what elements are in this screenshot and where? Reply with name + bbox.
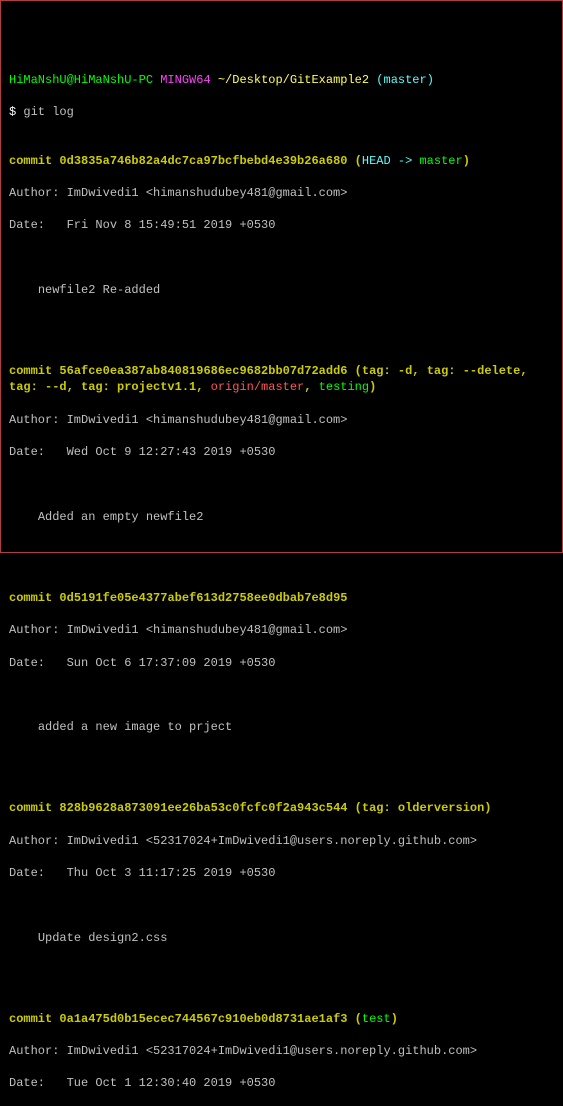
commit-author: Author: ImDwivedi1 <himanshudubey481@gma… — [9, 412, 554, 428]
commit-header: commit 0a1a475d0b15ecec744567c910eb0d873… — [9, 1011, 554, 1027]
prompt-line: HiMaNshU@HiMaNshU-PC MINGW64 ~/Desktop/G… — [9, 72, 554, 88]
blank-line — [9, 541, 554, 557]
prompt-branch: (master) — [376, 73, 434, 87]
commit-header: commit 828b9628a873091ee26ba53c0fcfc0f2a… — [9, 800, 554, 816]
blank-line — [9, 962, 554, 978]
commit-header: commit 56afce0ea387ab840819686ec9682bb07… — [9, 363, 554, 395]
tag-ref: tag: -d — [362, 364, 412, 378]
commit-hash: 56afce0ea387ab840819686ec9682bb07d72add6 — [59, 364, 347, 378]
prompt-path: ~/Desktop/GitExample2 — [218, 73, 369, 87]
commit-hash: 828b9628a873091ee26ba53c0fcfc0f2a943c544 — [59, 801, 347, 815]
branch-ref: master — [419, 154, 462, 168]
prompt-user: HiMaNshU@HiMaNshU-PC — [9, 73, 153, 87]
commit-date: Date: Wed Oct 9 12:27:43 2019 +0530 — [9, 444, 554, 460]
commit-message: Added an empty newfile2 — [9, 509, 554, 525]
tag-ref: tag: --d — [9, 380, 67, 394]
commit-message: Update design2.css — [9, 930, 554, 946]
commit-date: Date: Thu Oct 3 11:17:25 2019 +0530 — [9, 865, 554, 881]
blank-line — [9, 315, 554, 331]
branch-ref: testing — [319, 380, 369, 394]
commit-message: newfile2 Re-added — [9, 282, 554, 298]
head-ref: HEAD -> — [362, 154, 420, 168]
commit-message: added a new image to prject — [9, 719, 554, 735]
branch-ref: test — [362, 1012, 391, 1026]
prompt-env: MINGW64 — [160, 73, 210, 87]
command-line[interactable]: $ git log — [9, 104, 554, 120]
command-text: git log — [23, 105, 73, 119]
blank-line — [9, 476, 554, 492]
remote-ref: origin/master — [211, 380, 305, 394]
commit-header: commit 0d5191fe05e4377abef613d2758ee0dba… — [9, 590, 554, 606]
blank-line — [9, 897, 554, 913]
commit-hash: 0a1a475d0b15ecec744567c910eb0d8731ae1af3 — [59, 1012, 347, 1026]
prompt-dollar: $ — [9, 105, 16, 119]
blank-line — [9, 250, 554, 266]
commit-author: Author: ImDwivedi1 <himanshudubey481@gma… — [9, 622, 554, 638]
tag-ref: tag: olderversion — [362, 801, 484, 815]
commit-date: Date: Sun Oct 6 17:37:09 2019 +0530 — [9, 655, 554, 671]
commit-author: Author: ImDwivedi1 <52317024+ImDwivedi1@… — [9, 1043, 554, 1059]
tag-ref: tag: projectv1.1 — [81, 380, 196, 394]
tag-ref: tag: --delete — [427, 364, 521, 378]
commit-author: Author: ImDwivedi1 <himanshudubey481@gma… — [9, 185, 554, 201]
commit-date: Date: Tue Oct 1 12:30:40 2019 +0530 — [9, 1075, 554, 1091]
blank-line — [9, 687, 554, 703]
commit-hash: 0d5191fe05e4377abef613d2758ee0dbab7e8d95 — [59, 591, 347, 605]
commit-date: Date: Fri Nov 8 15:49:51 2019 +0530 — [9, 217, 554, 233]
commit-hash: 0d3835a746b82a4dc7ca97bcfbebd4e39b26a680 — [59, 154, 347, 168]
commit-author: Author: ImDwivedi1 <52317024+ImDwivedi1@… — [9, 833, 554, 849]
commit-header: commit 0d3835a746b82a4dc7ca97bcfbebd4e39… — [9, 153, 554, 169]
blank-line — [9, 752, 554, 768]
